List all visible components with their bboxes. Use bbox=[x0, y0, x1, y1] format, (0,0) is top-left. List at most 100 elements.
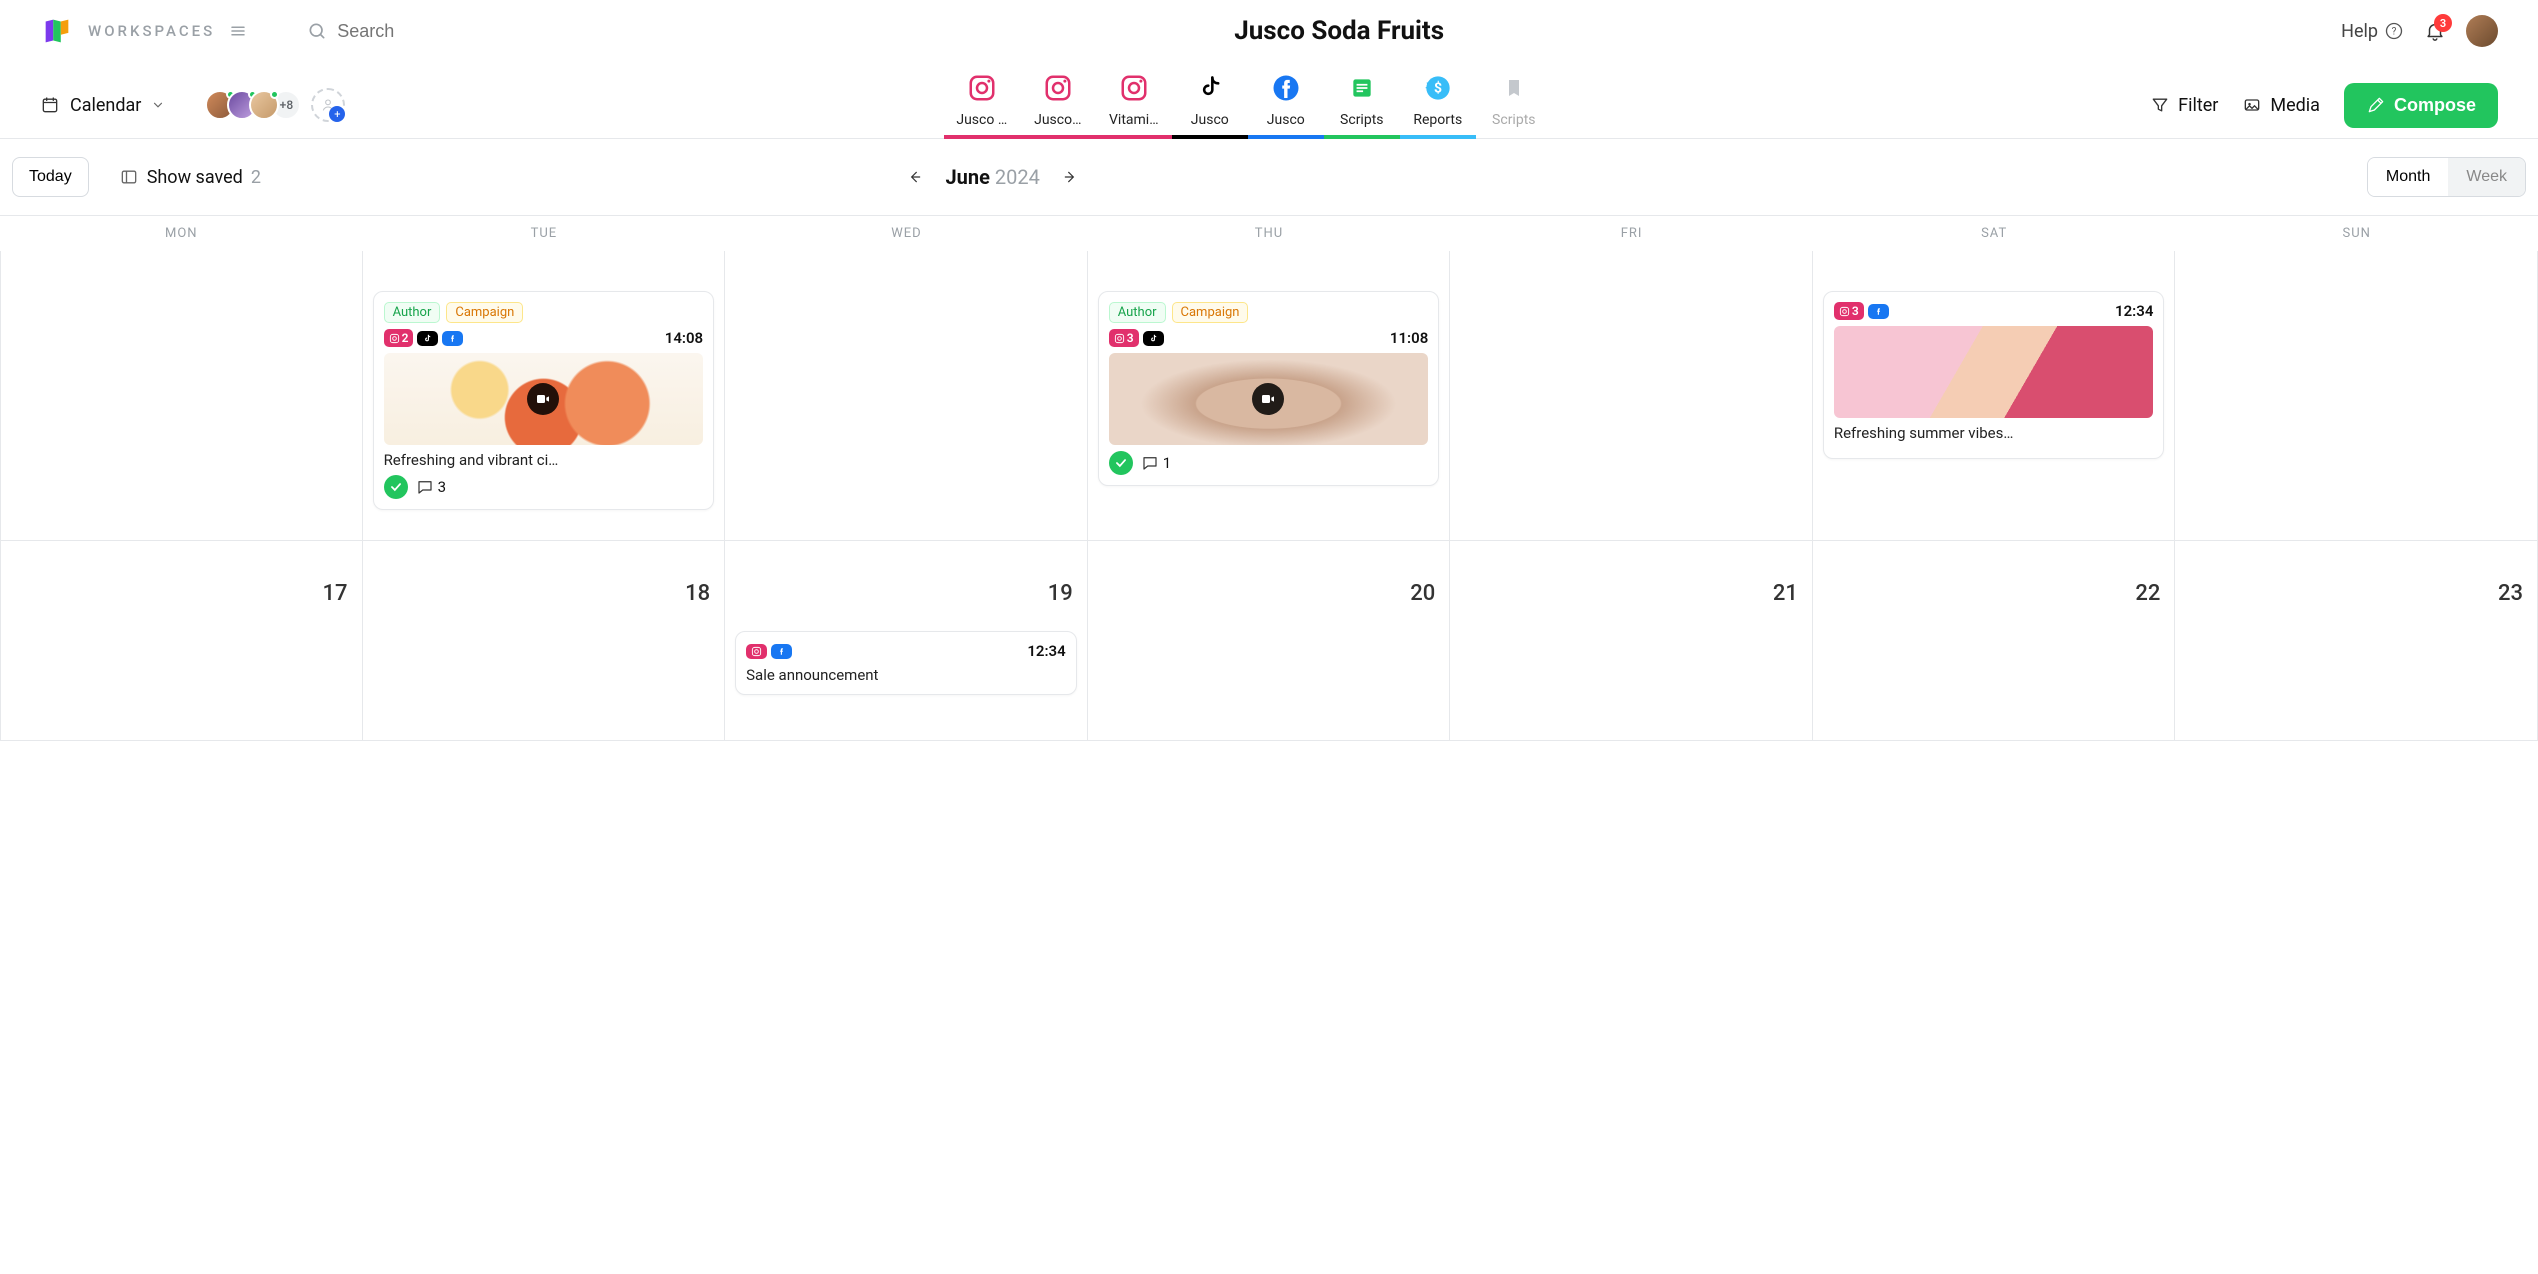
day-number: 18 bbox=[685, 581, 710, 606]
help-link[interactable]: Help ? bbox=[2341, 21, 2404, 42]
comment-icon bbox=[1141, 454, 1159, 472]
approved-icon bbox=[1109, 451, 1133, 475]
facebook-icon bbox=[1270, 72, 1302, 104]
calendar-cell[interactable] bbox=[0, 251, 363, 541]
calendar-cell[interactable]: Author Campaign 2 14:08 Refreshing and v… bbox=[363, 251, 726, 541]
arrow-left-icon bbox=[907, 169, 923, 185]
calendar-cell[interactable]: Author Campaign 3 11:08 1 bbox=[1088, 251, 1451, 541]
user-avatar[interactable] bbox=[2466, 15, 2498, 47]
channel-bar bbox=[944, 135, 1020, 139]
post-caption: Sale announcement bbox=[746, 666, 1066, 684]
media-icon bbox=[2242, 95, 2262, 115]
campaign-tag: Campaign bbox=[446, 302, 523, 323]
help-label: Help bbox=[2341, 21, 2378, 42]
notifications-button[interactable]: 3 bbox=[2424, 20, 2446, 42]
channel-tab[interactable]: Jusco… bbox=[1020, 72, 1096, 138]
author-tag: Author bbox=[384, 302, 441, 323]
calendar-row: 17 18 19 12:34 Sale announcement 20 21 2… bbox=[0, 541, 2538, 741]
notification-badge: 3 bbox=[2434, 14, 2452, 32]
search-icon bbox=[307, 21, 327, 41]
post-caption: Refreshing and vibrant ci… bbox=[384, 451, 704, 469]
today-button[interactable]: Today bbox=[12, 157, 89, 197]
channel-tab[interactable]: Jusco … bbox=[944, 72, 1020, 138]
media-button[interactable]: Media bbox=[2242, 95, 2320, 116]
post-caption: Refreshing summer vibes… bbox=[1834, 424, 2154, 442]
calendar-cell[interactable]: 22 bbox=[1813, 541, 2176, 741]
channel-label: Scripts bbox=[1326, 112, 1398, 128]
channel-tab[interactable]: $$ Reports bbox=[1400, 72, 1476, 138]
channel-tab[interactable]: Scripts bbox=[1324, 72, 1400, 138]
post-card[interactable]: 12:34 Sale announcement bbox=[735, 631, 1077, 695]
post-time: 14:08 bbox=[665, 329, 703, 347]
post-card[interactable]: Author Campaign 3 11:08 1 bbox=[1098, 291, 1440, 486]
next-month-button[interactable] bbox=[1058, 165, 1082, 189]
workspaces-label[interactable]: WORKSPACES bbox=[88, 22, 215, 40]
facebook-badge bbox=[1868, 304, 1889, 319]
post-card[interactable]: Author Campaign 2 14:08 Refreshing and v… bbox=[373, 291, 715, 510]
filter-button[interactable]: Filter bbox=[2150, 95, 2218, 116]
post-card[interactable]: 3 12:34 Refreshing summer vibes… bbox=[1823, 291, 2165, 459]
channel-tab[interactable]: Vitami… bbox=[1096, 72, 1172, 138]
calendar-cell[interactable]: 20 bbox=[1088, 541, 1451, 741]
dow-label: MON bbox=[0, 216, 363, 251]
channel-label: Jusco… bbox=[1022, 112, 1094, 128]
view-selector[interactable]: Calendar bbox=[40, 95, 165, 116]
video-icon bbox=[527, 383, 559, 415]
calendar-cell[interactable]: 17 bbox=[0, 541, 363, 741]
app-logo-icon bbox=[40, 14, 74, 48]
day-number: 21 bbox=[1773, 581, 1798, 606]
week-view-button[interactable]: Week bbox=[2448, 158, 2525, 196]
arrow-right-icon bbox=[1062, 169, 1078, 185]
calendar-cell[interactable]: 19 12:34 Sale announcement bbox=[725, 541, 1088, 741]
instagram-badge: 2 bbox=[384, 329, 414, 347]
calendar-cell[interactable]: 23 bbox=[2175, 541, 2538, 741]
instagram-icon bbox=[1042, 72, 1074, 104]
prev-month-button[interactable] bbox=[903, 165, 927, 189]
channel-tab[interactable]: Scripts bbox=[1476, 72, 1552, 138]
dow-label: SAT bbox=[1813, 216, 2176, 251]
channel-bar bbox=[1400, 135, 1476, 139]
view-toggle: Month Week bbox=[2367, 157, 2526, 197]
channel-label: Jusco bbox=[1174, 112, 1246, 128]
calendar-cell[interactable]: 3 12:34 Refreshing summer vibes… bbox=[1813, 251, 2176, 541]
channel-label: Jusco bbox=[1250, 112, 1322, 128]
channel-bar bbox=[1324, 135, 1400, 139]
calendar-cell[interactable] bbox=[725, 251, 1088, 541]
channel-label: Reports bbox=[1402, 112, 1474, 128]
show-saved-count: 2 bbox=[251, 167, 261, 188]
channel-label: Vitami… bbox=[1098, 112, 1170, 128]
team-avatars: +8 + bbox=[205, 88, 345, 122]
channel-label: Scripts bbox=[1478, 112, 1550, 128]
compose-icon bbox=[2366, 95, 2386, 115]
channel-tab[interactable]: Jusco bbox=[1172, 72, 1248, 138]
add-member-button[interactable]: + bbox=[311, 88, 345, 122]
show-saved-toggle[interactable]: Show saved 2 bbox=[119, 167, 261, 188]
channel-label: Jusco … bbox=[946, 112, 1018, 128]
money-icon: $$ bbox=[1422, 72, 1454, 104]
logo-block: WORKSPACES bbox=[40, 14, 247, 48]
filter-icon bbox=[2150, 95, 2170, 115]
tiktok-icon bbox=[1194, 72, 1226, 104]
page-title: Jusco Soda Fruits bbox=[357, 16, 2321, 46]
tiktok-badge bbox=[417, 331, 438, 346]
compose-button[interactable]: Compose bbox=[2344, 83, 2498, 128]
calendar-row: Author Campaign 2 14:08 Refreshing and v… bbox=[0, 251, 2538, 541]
year-label: 2024 bbox=[995, 165, 1040, 189]
comment-count[interactable]: 3 bbox=[416, 478, 446, 496]
menu-icon[interactable] bbox=[229, 22, 247, 40]
channel-tab[interactable]: Jusco bbox=[1248, 72, 1324, 138]
month-view-button[interactable]: Month bbox=[2368, 158, 2448, 196]
view-label: Calendar bbox=[70, 95, 141, 116]
post-thumbnail bbox=[1109, 353, 1429, 445]
month-nav: June 2024 bbox=[903, 165, 1081, 189]
comment-count[interactable]: 1 bbox=[1141, 454, 1171, 472]
calendar-controls: Today Show saved 2 June 2024 Month Week bbox=[0, 139, 2538, 215]
calendar-cell[interactable]: 18 bbox=[363, 541, 726, 741]
dow-row: MON TUE WED THU FRI SAT SUN bbox=[0, 215, 2538, 251]
channel-bar bbox=[1096, 135, 1172, 139]
instagram-icon bbox=[1118, 72, 1150, 104]
calendar-cell[interactable] bbox=[2175, 251, 2538, 541]
calendar-cell[interactable] bbox=[1450, 251, 1813, 541]
calendar-cell[interactable]: 21 bbox=[1450, 541, 1813, 741]
post-time: 12:34 bbox=[1027, 642, 1065, 660]
